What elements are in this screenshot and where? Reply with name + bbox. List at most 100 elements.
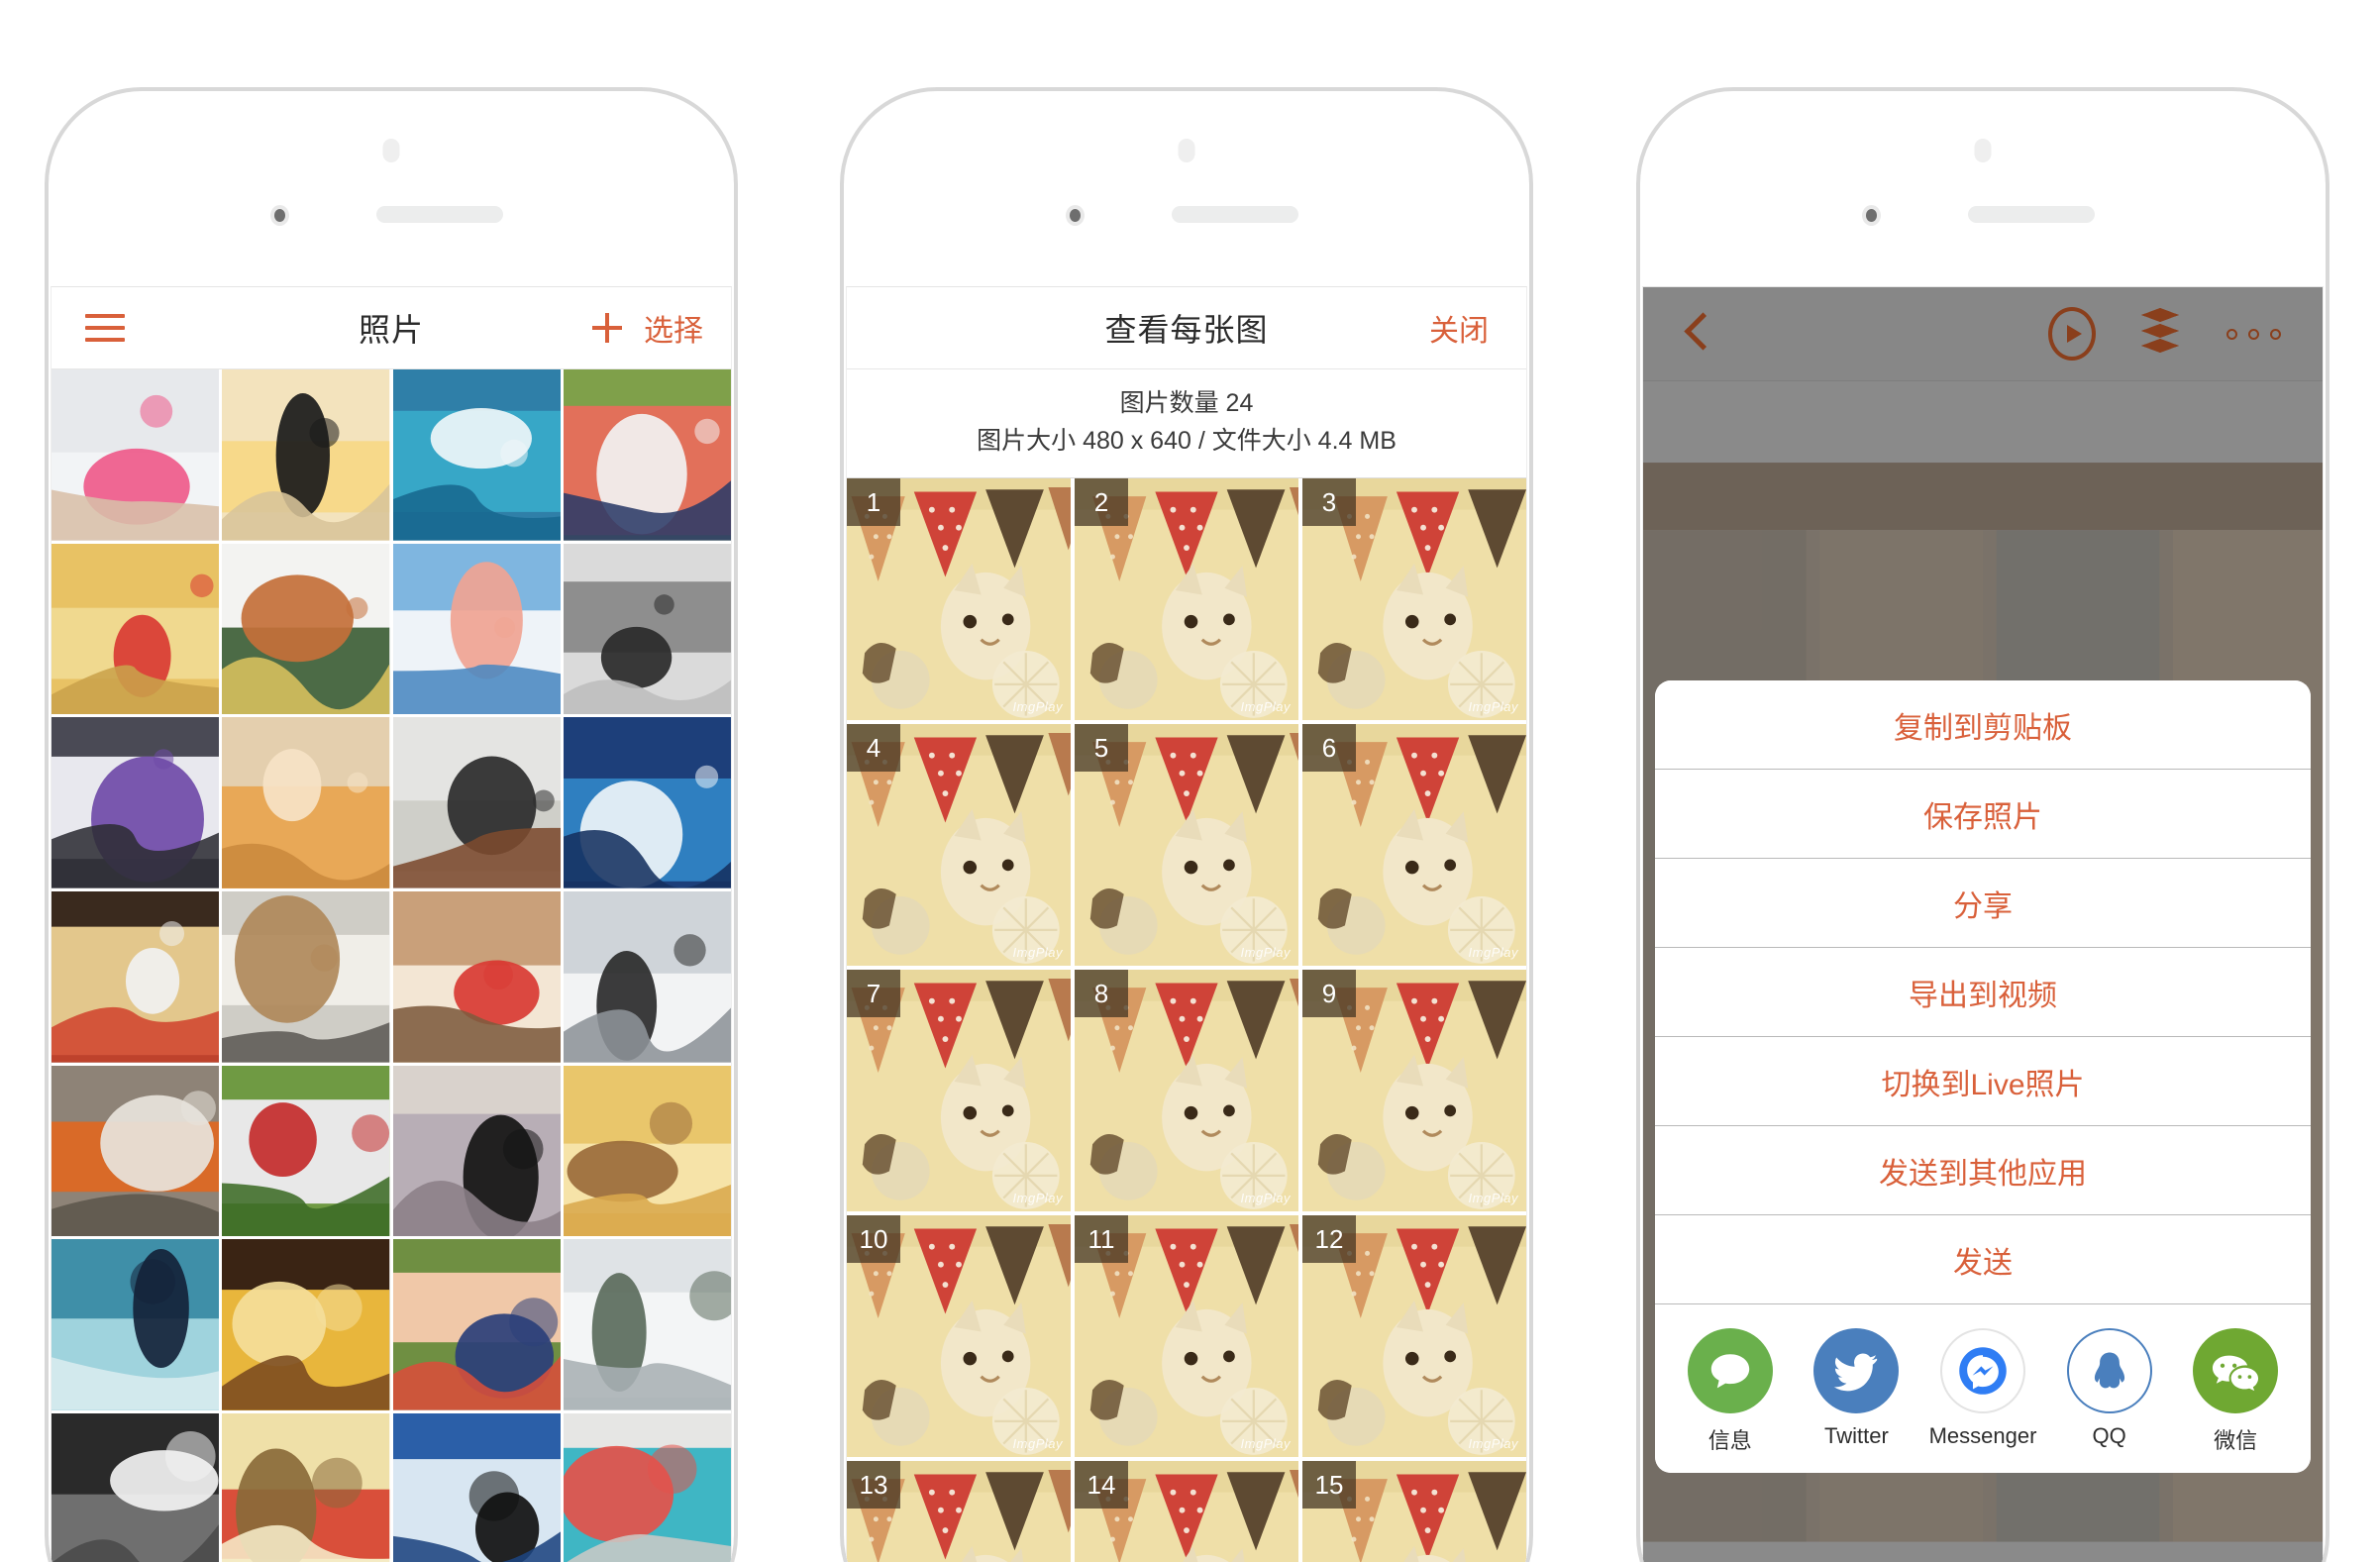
frame-cell[interactable]: 12 ImgPlay bbox=[1302, 1215, 1526, 1458]
watermark-label: ImgPlay bbox=[1468, 1436, 1518, 1452]
watermark-label: ImgPlay bbox=[1240, 699, 1291, 715]
photo-thumbnail[interactable] bbox=[52, 1239, 220, 1410]
frame-cell[interactable]: 6 ImgPlay bbox=[1302, 724, 1526, 967]
three-phone-mockup: 照片 选择 查看每张图 关闭 图片数量 24 图片大小 480 x 640 / … bbox=[0, 0, 2380, 1562]
frames-navbar: 查看每张图 关闭 bbox=[847, 287, 1526, 369]
action-sheet-item[interactable]: 发送到其他应用 bbox=[1655, 1126, 2311, 1215]
thumbnail-image bbox=[392, 369, 561, 541]
frame-number-badge: 3 bbox=[1302, 478, 1356, 526]
watermark-label: ImgPlay bbox=[1240, 1191, 1291, 1206]
phone1-screen: 照片 选择 bbox=[51, 286, 732, 1562]
action-sheet-item[interactable]: 分享 bbox=[1655, 859, 2311, 948]
thumbnail-image bbox=[392, 543, 561, 715]
photo-thumbnail[interactable] bbox=[563, 369, 731, 541]
thumbnail-image bbox=[563, 890, 731, 1063]
frame-cell[interactable]: 8 ImgPlay bbox=[1075, 970, 1298, 1212]
frame-cell[interactable]: 3 ImgPlay bbox=[1302, 478, 1526, 721]
frame-cell[interactable]: 13ImgPlay bbox=[847, 1461, 1071, 1562]
frame-cell[interactable]: 2 ImgPlay bbox=[1075, 478, 1298, 721]
thumbnail-image bbox=[563, 369, 731, 541]
wechat-icon[interactable] bbox=[2193, 1328, 2279, 1413]
photo-thumbnail[interactable] bbox=[52, 717, 220, 888]
ellipsis-icon[interactable] bbox=[2226, 328, 2281, 340]
share-target[interactable]: 信息 bbox=[1671, 1328, 1790, 1455]
photo-thumbnail[interactable] bbox=[52, 890, 220, 1063]
photo-thumbnail[interactable] bbox=[563, 1412, 731, 1562]
share-target-label: Twitter bbox=[1823, 1423, 1889, 1448]
layers-icon[interactable] bbox=[2135, 308, 2187, 360]
frame-cell[interactable]: 5 ImgPlay bbox=[1075, 724, 1298, 967]
qq-icon[interactable] bbox=[2066, 1328, 2152, 1413]
thumbnail-image bbox=[222, 1412, 390, 1562]
navbar-actions: 选择 bbox=[592, 306, 703, 350]
frame-cell[interactable]: 11 ImgPlay bbox=[1075, 1215, 1298, 1458]
share-target[interactable]: QQ bbox=[2050, 1328, 2169, 1449]
frame-cell[interactable]: 9 ImgPlay bbox=[1302, 970, 1526, 1212]
frame-number-badge: 6 bbox=[1302, 724, 1356, 773]
thumbnail-image bbox=[52, 1239, 220, 1410]
image-count-label: 图片数量 24 bbox=[1119, 389, 1254, 417]
action-sheet-item[interactable]: 导出到视频 bbox=[1655, 948, 2311, 1037]
photo-thumbnail[interactable] bbox=[563, 717, 731, 888]
photo-thumbnail[interactable] bbox=[222, 1065, 390, 1237]
action-sheet-item[interactable]: 切换到Live照片 bbox=[1655, 1037, 2311, 1126]
frame-number-badge: 13 bbox=[847, 1461, 900, 1510]
photo-thumbnail[interactable] bbox=[563, 890, 731, 1063]
photo-thumbnail[interactable] bbox=[222, 1412, 390, 1562]
frame-cell[interactable]: 1 ImgPlay bbox=[847, 478, 1071, 721]
thumbnail-image bbox=[52, 543, 220, 715]
thumbnail-image bbox=[563, 1412, 731, 1562]
watermark-label: ImgPlay bbox=[1468, 699, 1518, 715]
thumbnail-image bbox=[52, 1412, 220, 1562]
photo-thumbnail[interactable] bbox=[52, 1065, 220, 1237]
action-sheet-item[interactable]: 发送 bbox=[1655, 1215, 2311, 1304]
messenger-icon[interactable] bbox=[1939, 1328, 2025, 1413]
photo-thumbnail[interactable] bbox=[392, 890, 561, 1063]
photo-thumbnail[interactable] bbox=[392, 717, 561, 888]
frame-cell[interactable]: 7 ImgPlay bbox=[847, 970, 1071, 1212]
twitter-icon[interactable] bbox=[1813, 1328, 1900, 1413]
photo-thumbnail[interactable] bbox=[52, 543, 220, 715]
photo-thumbnail[interactable] bbox=[563, 543, 731, 715]
photo-thumbnail[interactable] bbox=[392, 1065, 561, 1237]
phone3-screen: 复制到剪贴板 保存照片 分享 导出到视频 切换到Live照片 发送到其他应用 发送信息 Twi… bbox=[1642, 286, 2324, 1562]
photo-thumbnail[interactable] bbox=[222, 369, 390, 541]
photo-thumbnail[interactable] bbox=[222, 543, 390, 715]
share-target[interactable]: Twitter bbox=[1797, 1328, 1915, 1449]
photo-thumbnail[interactable] bbox=[52, 1412, 220, 1562]
play-circle-icon[interactable] bbox=[2048, 307, 2096, 361]
share-target[interactable]: 微信 bbox=[2176, 1328, 2295, 1455]
thumbnail-image bbox=[222, 890, 390, 1063]
photo-thumbnail[interactable] bbox=[222, 717, 390, 888]
phone-frame-viewer: 查看每张图 关闭 图片数量 24 图片大小 480 x 640 / 文件大小 4… bbox=[840, 87, 1533, 1562]
photo-thumbnail[interactable] bbox=[392, 1412, 561, 1562]
frame-number-badge: 10 bbox=[847, 1215, 900, 1264]
thumbnail-image bbox=[392, 890, 561, 1063]
photo-thumbnail[interactable] bbox=[392, 543, 561, 715]
frame-cell[interactable]: 15ImgPlay bbox=[1302, 1461, 1526, 1562]
photo-thumbnail[interactable] bbox=[563, 1239, 731, 1410]
frame-cell[interactable]: 10 ImgPlay bbox=[847, 1215, 1071, 1458]
thumbnail-image bbox=[392, 1412, 561, 1562]
frame-cell[interactable]: 14ImgPlay bbox=[1075, 1461, 1298, 1562]
close-button[interactable]: 关闭 bbox=[1429, 306, 1489, 350]
hamburger-icon[interactable] bbox=[85, 314, 125, 342]
gallery-navbar: 照片 选择 bbox=[52, 287, 731, 369]
photo-thumbnail[interactable] bbox=[222, 890, 390, 1063]
share-target[interactable]: Messenger bbox=[1923, 1328, 2042, 1449]
plus-icon[interactable] bbox=[592, 313, 622, 343]
photo-thumbnail[interactable] bbox=[563, 1065, 731, 1237]
photo-thumbnail[interactable] bbox=[392, 1239, 561, 1410]
frame-number-badge: 15 bbox=[1302, 1461, 1356, 1510]
thumbnail-image bbox=[563, 1065, 731, 1237]
share-target-label: 信息 bbox=[1707, 1428, 1752, 1453]
photo-thumbnail[interactable] bbox=[392, 369, 561, 541]
chevron-left-icon[interactable] bbox=[1685, 312, 1710, 356]
photo-thumbnail[interactable] bbox=[222, 1239, 390, 1410]
select-button[interactable]: 选择 bbox=[644, 306, 703, 350]
messages-icon[interactable] bbox=[1687, 1328, 1773, 1413]
action-sheet-item[interactable]: 保存照片 bbox=[1655, 770, 2311, 859]
photo-thumbnail[interactable] bbox=[52, 369, 220, 541]
action-sheet-item[interactable]: 复制到剪贴板 bbox=[1655, 680, 2311, 770]
frame-cell[interactable]: 4 ImgPlay bbox=[847, 724, 1071, 967]
